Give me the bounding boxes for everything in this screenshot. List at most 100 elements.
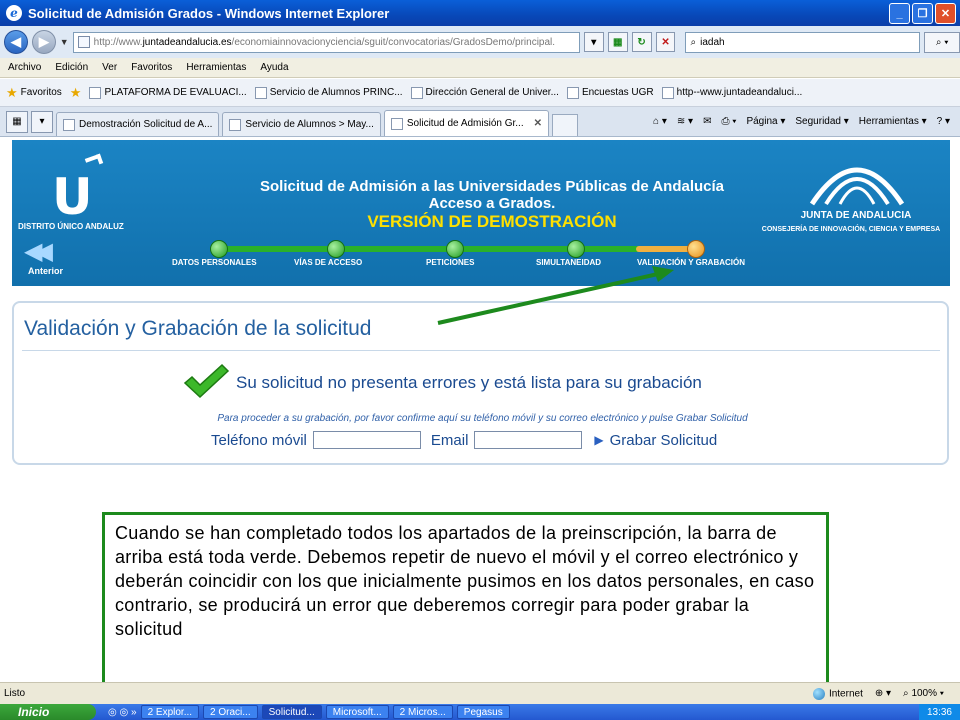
favorites-button[interactable]: ★ Favoritos	[6, 85, 62, 101]
tab-list-dropdown-icon[interactable]: ▾	[31, 110, 53, 133]
search-button[interactable]: ⌕ ▾	[924, 31, 960, 53]
menu-edicion[interactable]: Edición	[55, 62, 88, 73]
page-icon	[410, 86, 423, 99]
clock: 13:36	[926, 706, 952, 718]
status-text: Listo	[4, 688, 26, 699]
status-bar: Listo Internet ⊕ ▾ ⌕ 100% ▾	[0, 682, 960, 704]
step-label[interactable]: PETICIONES	[426, 258, 474, 267]
history-dropdown-icon[interactable]: ▼	[60, 37, 69, 47]
email-input[interactable]	[474, 431, 583, 449]
step-label[interactable]: VÍAS DE ACCESO	[294, 258, 362, 267]
page-title: Validación y Grabación de la solicitud	[24, 317, 372, 340]
search-input[interactable]: ⌕ iadah	[685, 31, 921, 53]
favorite-item[interactable]: http--www.juntadeandaluci...	[661, 86, 802, 99]
window-titlebar: e Solicitud de Admisión Grados - Windows…	[0, 0, 960, 26]
tab-solicitud-admision[interactable]: Solicitud de Admisión Gr... ✕	[383, 110, 550, 136]
junta-label: JUNTA DE ANDALUCIA	[800, 210, 912, 221]
menu-favoritos[interactable]: Favoritos	[131, 62, 172, 73]
forward-button[interactable]: ▶	[31, 30, 56, 54]
url-domain: juntadeandalucia.es	[142, 36, 232, 48]
tab-demostracion[interactable]: Demostración Solicitud de A...	[56, 112, 220, 136]
minimize-button[interactable]: _	[889, 3, 910, 24]
step-dot-simultaneidad[interactable]	[567, 240, 585, 258]
zoom-control[interactable]: ⌕ 100% ▾	[903, 688, 944, 699]
favorite-item[interactable]: PLATAFORMA DE EVALUACI...	[89, 86, 247, 99]
quick-tabs-icon[interactable]: ▦	[6, 110, 28, 133]
favorite-item[interactable]: Dirección General de Univer...	[410, 86, 559, 99]
close-button[interactable]: ✕	[935, 3, 956, 24]
print-icon[interactable]: ⎙ ▾	[721, 116, 736, 127]
quick-launch-icons[interactable]: ◎ ◎ »	[108, 707, 137, 718]
favorite-item[interactable]: Encuestas UGR	[566, 86, 654, 99]
favorite-item[interactable]: Servicio de Alumnos PRINC...	[254, 86, 403, 99]
phone-input[interactable]	[312, 431, 421, 449]
taskbar-item[interactable]: 2 Oraci...	[203, 705, 258, 719]
back-link[interactable]: ◀◀ Anterior	[24, 240, 63, 277]
home-icon[interactable]: ⌂ ▾	[653, 116, 667, 127]
url-prefix: http://www.	[93, 36, 143, 48]
help-icon[interactable]: ? ▾	[937, 116, 950, 127]
stop-button[interactable]: ✕	[655, 32, 676, 52]
tools-menu[interactable]: Herramientas ▾	[859, 116, 927, 127]
menu-archivo[interactable]: Archivo	[8, 62, 41, 73]
play-arrow-icon[interactable]: ▶	[594, 433, 603, 447]
junta-andalucia-emblem-icon	[809, 167, 905, 206]
zone-indicator: Internet	[812, 687, 863, 700]
page-icon	[661, 86, 674, 99]
feeds-icon[interactable]: ≋ ▾	[677, 116, 693, 127]
step-dot-validacion[interactable]	[687, 240, 705, 258]
address-input[interactable]: http://www. juntadeandalucia.es/economiai…	[72, 31, 580, 53]
taskbar-item[interactable]: Solicitud...	[261, 705, 322, 719]
step-dot-datos-personales[interactable]	[210, 240, 228, 258]
window-title: Solicitud de Admisión Grados - Windows I…	[28, 5, 390, 21]
taskbar-item[interactable]: Microsoft...	[325, 705, 389, 719]
consejeria-label: CONSEJERÍA DE INNOVACIÓN, CIENCIA Y EMPR…	[761, 226, 941, 233]
add-favorite-icon[interactable]: ★	[70, 85, 82, 101]
system-tray: 13:36	[918, 704, 960, 720]
save-application-button[interactable]: Grabar Solicitud	[610, 432, 718, 449]
banner-title-line1: Solicitud de Admisión a las Universidade…	[259, 178, 725, 195]
start-button[interactable]: Inicio	[0, 704, 96, 720]
close-tab-icon[interactable]: ✕	[534, 118, 542, 129]
logo-mark-icon	[84, 153, 104, 169]
taskbar-item[interactable]: 2 Micros...	[392, 705, 453, 719]
address-dropdown-button[interactable]: ▾	[583, 32, 604, 52]
step-label[interactable]: SIMULTANEIDAD	[536, 258, 601, 267]
protected-mode-icon[interactable]: ⊕ ▾	[875, 688, 891, 699]
security-menu[interactable]: Seguridad ▾	[795, 116, 848, 127]
step-dot-peticiones[interactable]	[446, 240, 464, 258]
refresh-button[interactable]: ↻	[631, 32, 652, 52]
mail-icon[interactable]: ✉	[703, 116, 711, 127]
annotation-callout: Cuando se han completado todos los apart…	[102, 512, 829, 682]
new-tab-button[interactable]	[552, 114, 579, 136]
taskbar-item[interactable]: 2 Explor...	[140, 705, 200, 719]
command-bar: ⌂ ▾ ≋ ▾ ✉ ⎙ ▾ Página ▾ Seguridad ▾ Herra…	[653, 106, 960, 136]
header-banner: U DISTRITO ÚNICO ANDALUZ ◀◀ Anterior Sol…	[12, 140, 950, 286]
menu-ver[interactable]: Ver	[102, 62, 117, 73]
menu-ayuda[interactable]: Ayuda	[260, 62, 288, 73]
step-label[interactable]: DATOS PERSONALES	[172, 258, 257, 267]
menu-bar: Archivo Edición Ver Favoritos Herramient…	[0, 58, 960, 78]
tab-servicio-alumnos[interactable]: Servicio de Alumnos > May...	[222, 112, 381, 136]
contact-form: Teléfono móvil Email ▶ Grabar Solicitud	[211, 431, 717, 449]
maximize-button[interactable]: ❐	[912, 3, 933, 24]
tab-bar: ▦ ▾ Demostración Solicitud de A... Servi…	[0, 107, 960, 137]
address-toolbar: ◀ ▶ ▼ http://www. juntadeandalucia.es/eco…	[0, 26, 960, 58]
compatibility-icon[interactable]: ▦	[607, 32, 628, 52]
page-icon	[229, 118, 242, 131]
ie-logo-icon: e	[6, 5, 22, 21]
instructions-text: Para proceder a su grabación, por favor …	[217, 413, 748, 424]
search-icon: ⌕	[690, 36, 697, 48]
taskbar-item[interactable]: Pegasus	[456, 705, 510, 719]
page-icon	[566, 86, 579, 99]
menu-herramientas[interactable]: Herramientas	[186, 62, 246, 73]
banner-title-line2: Acceso a Grados.	[428, 195, 556, 212]
step-dot-vias-acceso[interactable]	[327, 240, 345, 258]
phone-label: Teléfono móvil	[211, 431, 307, 449]
star-icon: ★	[6, 84, 18, 100]
step-label[interactable]: VALIDACIÓN Y GRABACIÓN	[637, 258, 745, 267]
page-content: U DISTRITO ÚNICO ANDALUZ ◀◀ Anterior Sol…	[0, 138, 960, 682]
back-button[interactable]: ◀	[4, 30, 28, 54]
page-icon	[390, 117, 403, 130]
page-menu[interactable]: Página ▾	[746, 116, 785, 127]
